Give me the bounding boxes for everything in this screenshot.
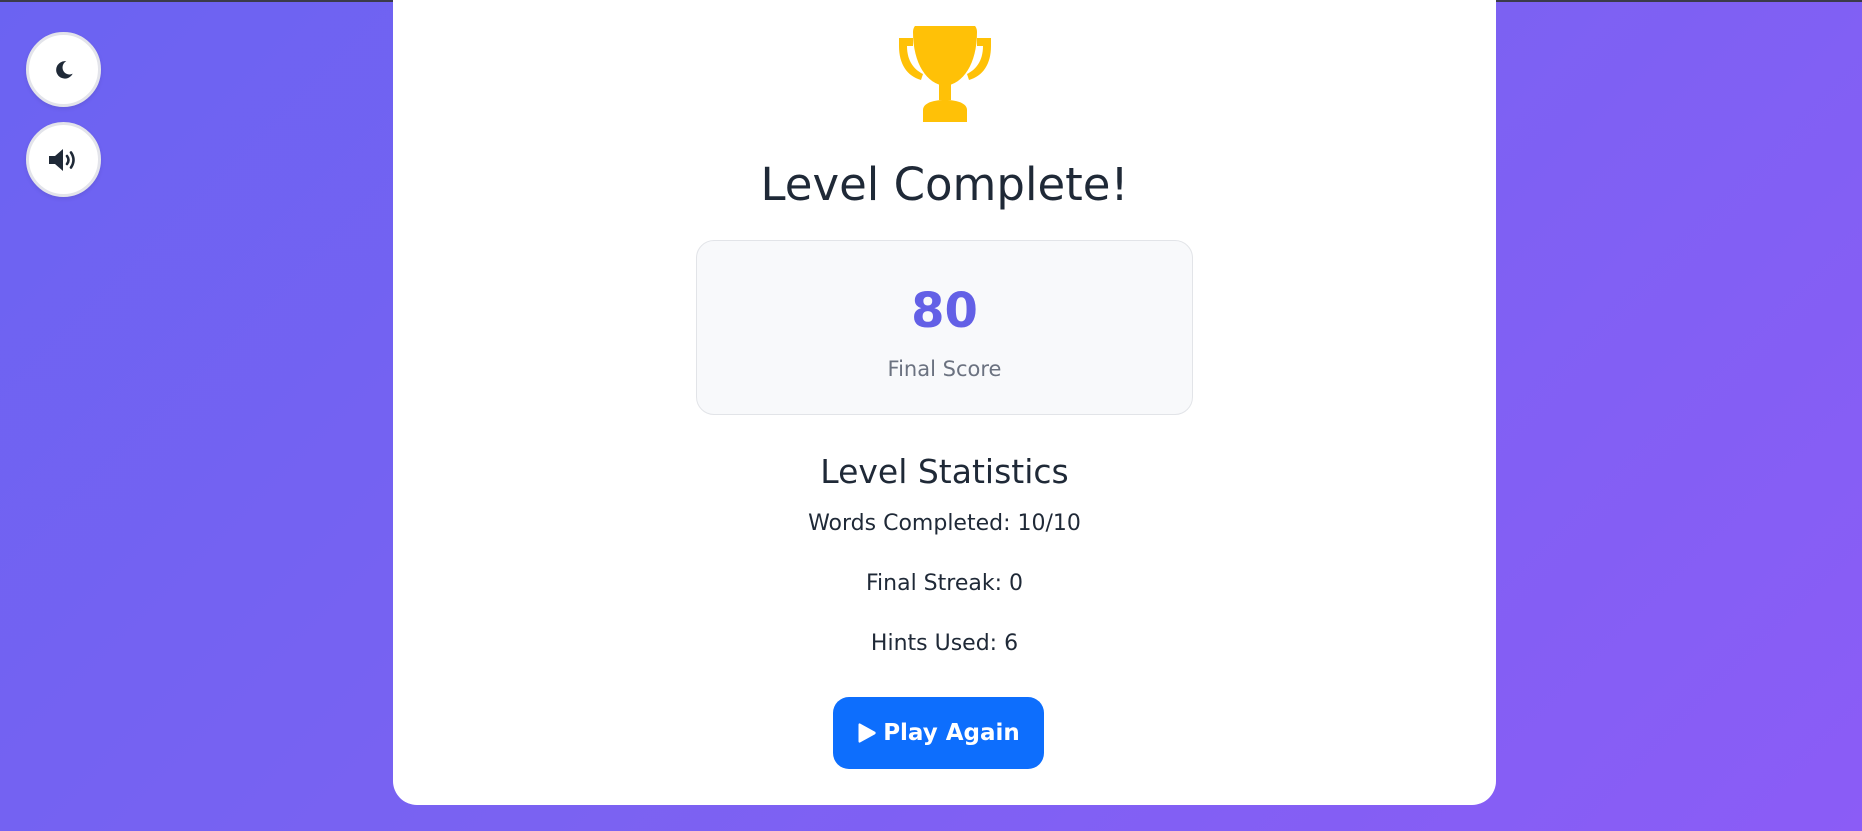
- play-again-button[interactable]: Play Again: [833, 697, 1044, 769]
- level-complete-card: Level Complete! 80 Final Score Level Sta…: [393, 0, 1496, 805]
- level-statistics-heading: Level Statistics: [820, 452, 1069, 491]
- final-score-value: 80: [911, 283, 978, 339]
- trophy-icon: [899, 26, 991, 122]
- words-completed-stat: Words Completed: 10/10: [808, 511, 1081, 536]
- volume-high-icon: [48, 148, 75, 171]
- final-score-panel: 80 Final Score: [696, 240, 1193, 415]
- moon-icon: [55, 60, 73, 79]
- level-complete-title: Level Complete!: [760, 158, 1129, 211]
- sound-toggle-button[interactable]: [26, 122, 101, 197]
- final-score-label: Final Score: [887, 357, 1002, 381]
- play-icon: [858, 723, 876, 743]
- play-again-label: Play Again: [883, 720, 1020, 746]
- hints-used-stat: Hints Used: 6: [870, 631, 1019, 656]
- final-streak-stat: Final Streak: 0: [865, 571, 1023, 596]
- theme-toggle-button[interactable]: [26, 32, 101, 107]
